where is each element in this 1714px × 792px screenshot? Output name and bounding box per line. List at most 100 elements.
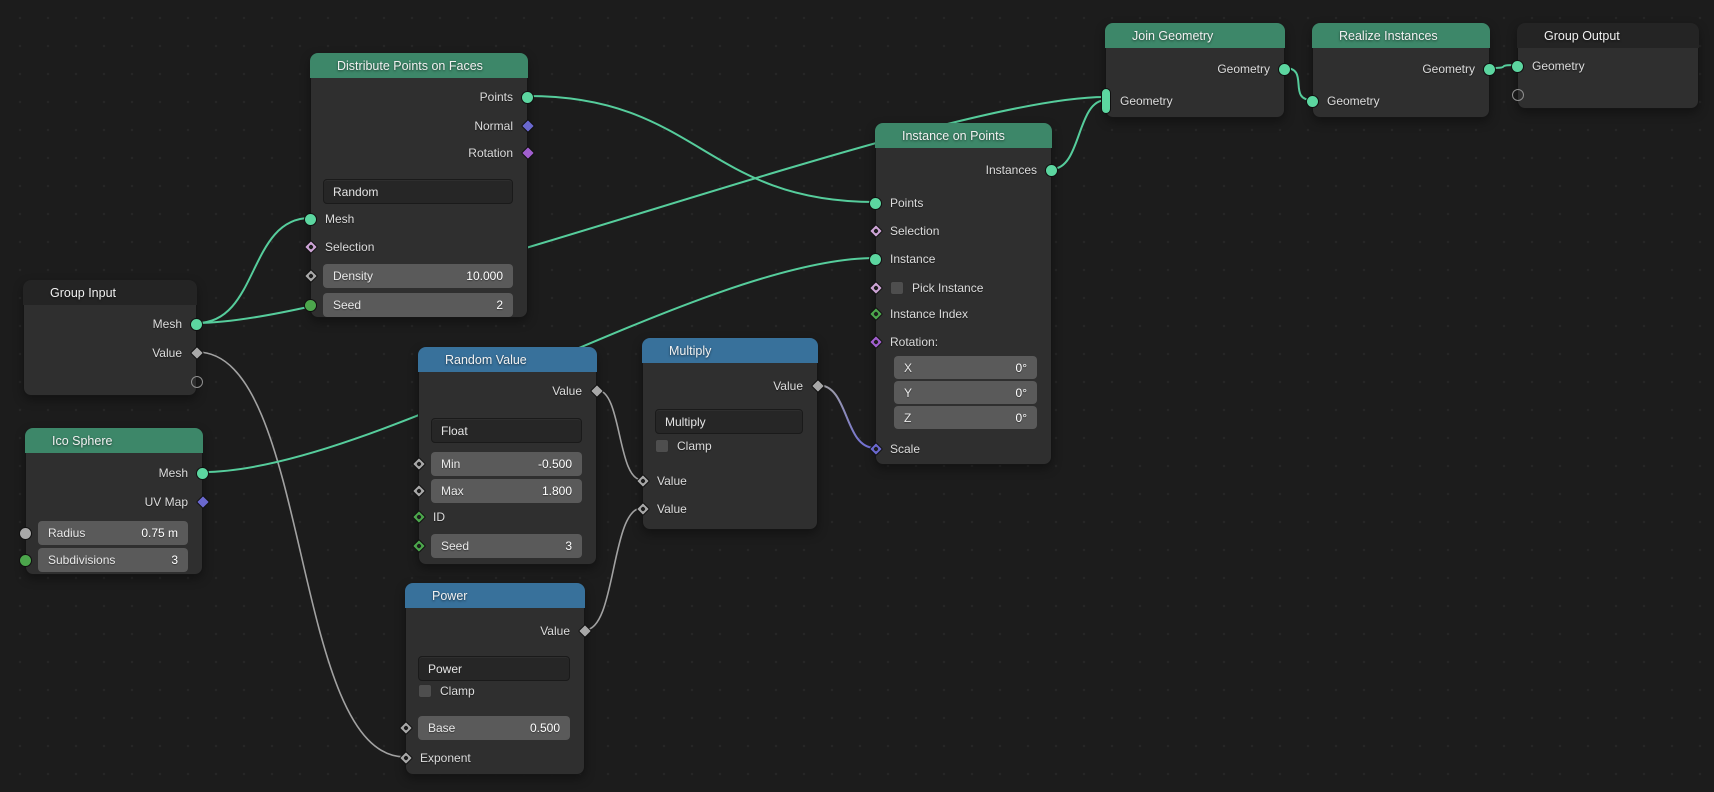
chevron-down-icon	[562, 427, 572, 434]
dropdown-random[interactable]: Random	[323, 179, 513, 204]
input-row-mesh: Mesh	[311, 207, 527, 231]
node-header-group-output[interactable]: Group Output	[1517, 23, 1699, 48]
node-header-ico-sphere[interactable]: Ico Sphere	[25, 428, 203, 453]
socket-mesh[interactable]	[190, 318, 203, 331]
node-power[interactable]: PowerValuePowerClampBase0.500Exponent	[405, 583, 585, 775]
node-header-multiply[interactable]: Multiply	[642, 338, 818, 363]
field-value: 0.75 m	[141, 526, 178, 540]
node-title: Instance on Points	[902, 129, 1005, 143]
output-row-value: Value	[643, 374, 817, 398]
field-max[interactable]: Max1.800	[431, 479, 582, 503]
socket-mesh[interactable]	[196, 467, 209, 480]
row-label: Clamp	[677, 439, 712, 453]
node-group-input[interactable]: Group InputMeshValue	[23, 280, 197, 396]
node-group-output[interactable]: Group OutputGeometry	[1517, 23, 1699, 109]
dropdown-multiply[interactable]: Multiply	[655, 409, 803, 434]
socket-seed[interactable]	[304, 299, 317, 312]
field-radius[interactable]: Radius0.75 m	[38, 521, 188, 545]
checkbox-row-clamp: Clamp	[406, 679, 584, 703]
socket-virtual[interactable]	[191, 376, 203, 388]
chevron-down-icon	[320, 62, 330, 69]
socket-radius[interactable]	[19, 527, 32, 540]
wire-group-input-mesh_to_distribute-mesh[interactable]	[197, 218, 310, 323]
dropdown-value: Power	[428, 662, 462, 676]
node-title: Power	[432, 589, 467, 603]
node-wires-layer	[0, 0, 1714, 792]
field-value: -0.500	[538, 457, 572, 471]
socket-points[interactable]	[869, 197, 882, 210]
node-header-random-value[interactable]: Random Value	[418, 347, 597, 372]
row-label: Value	[540, 624, 570, 638]
socket-subdivisions[interactable]	[19, 554, 32, 567]
row-label: Scale	[890, 442, 920, 456]
wire-group-input-value_to_power-exponent[interactable]	[197, 352, 405, 757]
socket-geometry[interactable]	[1278, 63, 1291, 76]
node-random-value[interactable]: Random ValueValueFloatMin-0.500Max1.800I…	[418, 347, 597, 565]
field-x[interactable]: X0°	[894, 356, 1037, 379]
node-header-distribute-points-on-faces[interactable]: Distribute Points on Faces	[310, 53, 528, 78]
socket-geometry[interactable]	[1101, 88, 1111, 114]
socket-mesh[interactable]	[304, 213, 317, 226]
field-y[interactable]: Y0°	[894, 381, 1037, 404]
socket-instance[interactable]	[869, 253, 882, 266]
row-label: Instance	[890, 252, 935, 266]
field-label: Seed	[441, 539, 469, 553]
dropdown-power[interactable]: Power	[418, 656, 570, 681]
field-seed[interactable]: Seed2	[323, 293, 513, 317]
input-row-geometry: Geometry	[1106, 89, 1284, 113]
wire-instance-instances_to_join-geometry[interactable]	[1052, 100, 1106, 169]
checkbox-clamp[interactable]	[655, 439, 669, 453]
field-min[interactable]: Min-0.500	[431, 452, 582, 476]
field-label: Y	[904, 386, 912, 400]
node-header-group-input[interactable]: Group Input	[23, 280, 197, 305]
node-instance-on-points[interactable]: Instance on PointsInstancesPointsSelecti…	[875, 123, 1052, 465]
wire-multiply-value_to_instance-scale[interactable]	[818, 385, 875, 448]
field-value: 2	[496, 298, 503, 312]
wire-distribute-points_to_instance-points[interactable]	[528, 96, 875, 202]
node-join-geometry[interactable]: Join GeometryGeometryGeometry	[1105, 23, 1285, 118]
field-z[interactable]: Z0°	[894, 406, 1037, 429]
wire-random-value_to_multiply-value1[interactable]	[597, 390, 642, 480]
node-ico-sphere[interactable]: Ico SphereMeshUV MapRadius0.75 mSubdivis…	[25, 428, 203, 575]
field-base[interactable]: Base 0.500	[418, 716, 570, 740]
field-label: Max	[441, 484, 464, 498]
socket-geometry[interactable]	[1306, 95, 1319, 108]
field-label: Base	[428, 721, 455, 735]
node-title: Ico Sphere	[52, 434, 112, 448]
node-editor-canvas[interactable]: Group InputMeshValueIco SphereMeshUV Map…	[0, 0, 1714, 792]
field-subdivisions[interactable]: Subdivisions 3	[38, 548, 188, 572]
node-title: Group Output	[1544, 29, 1620, 43]
node-header-join-geometry[interactable]: Join Geometry	[1105, 23, 1285, 48]
socket-instances[interactable]	[1045, 164, 1058, 177]
node-header-instance-on-points[interactable]: Instance on Points	[875, 123, 1052, 148]
output-row-value: Value	[419, 379, 596, 403]
row-label: Value	[773, 379, 803, 393]
output-row-normal: Normal	[311, 114, 527, 138]
node-multiply[interactable]: MultiplyValueMultiplyClampValueValue	[642, 338, 818, 530]
socket-points[interactable]	[521, 91, 534, 104]
dropdown-value: Random	[333, 185, 378, 199]
field-value: 3	[171, 553, 178, 567]
output-row-value: Value	[406, 619, 584, 643]
input-row-instance-index: Instance Index	[876, 302, 1051, 326]
field-value: 3	[565, 539, 572, 553]
row-label: Geometry	[1120, 94, 1173, 108]
node-header-power[interactable]: Power	[405, 583, 585, 608]
socket-virtual[interactable]	[1512, 89, 1524, 101]
node-realize-instances[interactable]: Realize InstancesGeometryGeometry	[1312, 23, 1490, 118]
chevron-down-icon	[415, 592, 425, 599]
input-row-points: Points	[876, 191, 1051, 215]
node-title: Realize Instances	[1339, 29, 1438, 43]
node-distribute-points-on-faces[interactable]: Distribute Points on FacesPointsNormalRo…	[310, 53, 528, 318]
dropdown-float[interactable]: Float	[431, 418, 582, 443]
socket-geometry[interactable]	[1511, 60, 1524, 73]
checkbox-clamp[interactable]	[418, 684, 432, 698]
field-density[interactable]: Density10.000	[323, 264, 513, 288]
socket-geometry[interactable]	[1483, 63, 1496, 76]
field-label: Subdivisions	[48, 553, 115, 567]
field-value: 0.500	[530, 721, 560, 735]
input-row-pick-instance: Pick Instance	[876, 276, 1051, 300]
node-header-realize-instances[interactable]: Realize Instances	[1312, 23, 1490, 48]
field-seed[interactable]: Seed 3	[431, 534, 582, 558]
checkbox-pick-instance[interactable]	[890, 281, 904, 295]
